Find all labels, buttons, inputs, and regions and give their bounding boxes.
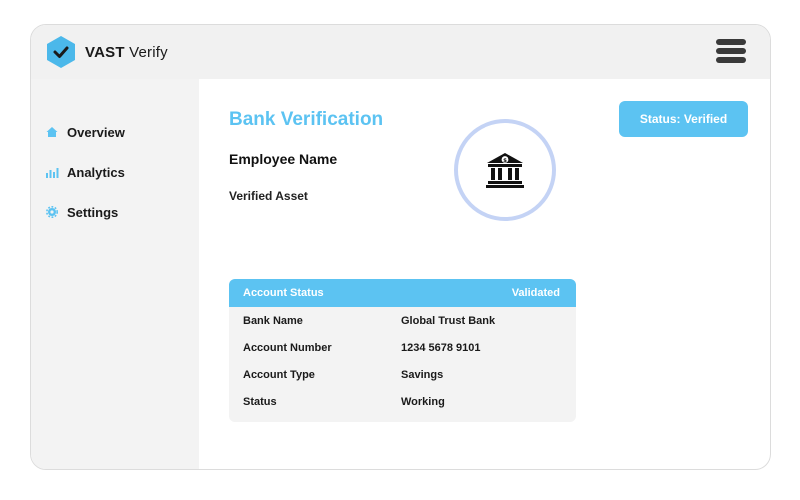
status-verified-button[interactable]: Status: Verified: [619, 101, 748, 137]
row-value: Savings: [401, 368, 444, 381]
table-row: Account Number 1234 5678 9101: [229, 334, 576, 361]
bank-icon-badge: $: [454, 119, 556, 221]
menu-bar: [716, 57, 746, 63]
logo-text-bold: VAST: [85, 43, 125, 61]
sidebar-item-label: Overview: [67, 124, 125, 140]
sidebar-item-label: Analytics: [67, 164, 125, 180]
bank-icon: $: [486, 153, 524, 188]
card-header: Account Status Validated: [229, 279, 576, 307]
menu-bar: [716, 48, 746, 54]
sidebar-item-overview[interactable]: Overview: [31, 121, 199, 143]
verified-asset-label: Verified Asset: [229, 189, 308, 203]
gear-icon: [46, 206, 58, 218]
row-label: Bank Name: [243, 314, 303, 327]
card-header-status: Validated: [511, 287, 560, 299]
page-title: Bank Verification: [229, 109, 384, 130]
employee-name: Employee Name: [229, 151, 338, 167]
logo-check-icon: [47, 36, 75, 68]
sidebar-item-label: Settings: [67, 204, 119, 220]
hamburger-menu-icon[interactable]: [716, 39, 748, 65]
row-value: 1234 5678 9101: [401, 341, 481, 354]
logo-text: VAST Verify: [85, 44, 168, 61]
row-label: Account Number: [243, 341, 332, 354]
sidebar-item-settings[interactable]: Settings: [31, 201, 199, 223]
row-label: Account Type: [243, 368, 315, 381]
home-icon: [46, 127, 58, 137]
table-row: Account Type Savings: [229, 361, 576, 388]
app-window: VAST Verify Overview Analytics Settings …: [30, 24, 771, 470]
svg-text:$: $: [503, 158, 507, 164]
logo-text-light: Verify: [129, 43, 168, 61]
sidebar: Overview Analytics Settings: [31, 79, 199, 469]
row-label: Status: [243, 395, 277, 408]
main-content: Bank Verification Employee Name Verified…: [199, 79, 770, 469]
table-row: Status Working: [229, 388, 576, 415]
card-header-title: Account Status: [243, 287, 324, 299]
logo[interactable]: VAST Verify: [45, 35, 168, 69]
bar-chart-icon: [46, 168, 59, 178]
row-value: Global Trust Bank: [401, 314, 496, 327]
header-bar: VAST Verify: [31, 25, 770, 79]
row-value: Working: [401, 395, 445, 408]
menu-bar: [716, 39, 746, 45]
account-status-card: Account Status Validated Bank Name Globa…: [229, 279, 576, 422]
sidebar-item-analytics[interactable]: Analytics: [31, 161, 199, 183]
table-row: Bank Name Global Trust Bank: [229, 307, 576, 334]
